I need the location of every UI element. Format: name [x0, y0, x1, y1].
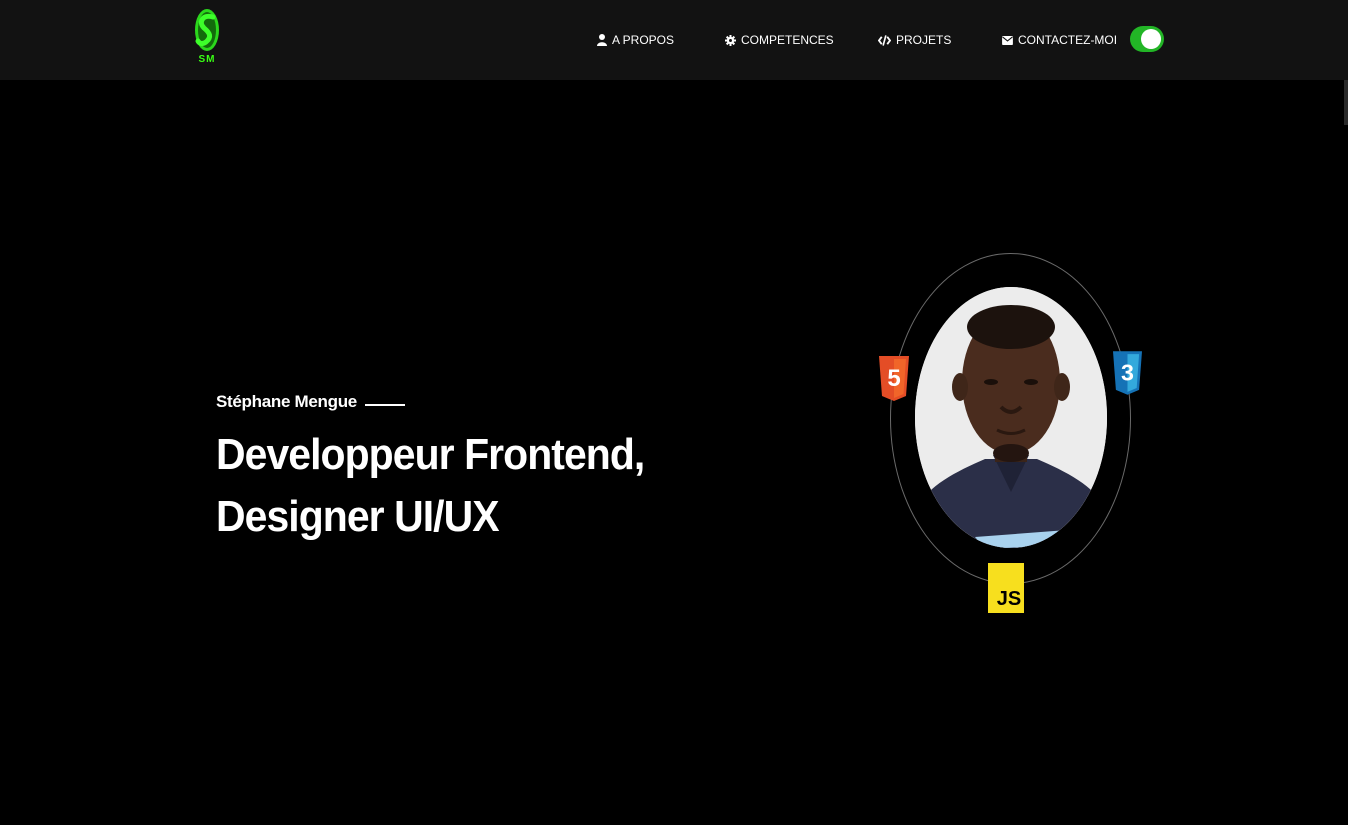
hero-title: Developpeur Frontend, Designer UI/UX: [216, 424, 700, 548]
html5-badge: 5: [879, 356, 909, 407]
nav-item-label: COMPETENCES: [741, 33, 834, 47]
user-icon: [597, 34, 607, 46]
logo-mark-icon: [195, 9, 219, 51]
nav-item-label: CONTACTEZ-MOI: [1018, 33, 1118, 47]
css3-badge: 3: [1113, 351, 1142, 401]
envelope-icon: [1002, 35, 1013, 45]
hero-title-line1: Developpeur Frontend,: [216, 430, 645, 479]
scrollbar[interactable]: [1344, 80, 1348, 125]
hero-name-underline: [364, 404, 405, 406]
logo-text: SM: [198, 54, 216, 65]
nav-item-competences[interactable]: COMPETENCES: [725, 31, 834, 49]
hero-title-line2: Designer UI/UX: [216, 492, 500, 541]
code-icon: [878, 34, 891, 46]
css3-icon: 3: [1113, 351, 1142, 395]
theme-toggle[interactable]: [1130, 26, 1164, 52]
html5-badge-text: 5: [887, 365, 900, 392]
nav-item-contactez-moi[interactable]: CONTACTEZ-MOI: [1002, 31, 1117, 49]
nav-item-label: PROJETS: [896, 33, 952, 47]
nav-item-label: A PROPOS: [612, 33, 675, 47]
logo[interactable]: SM: [190, 6, 224, 68]
hero-name-text: Stéphane Mengue: [216, 392, 357, 411]
nav-item-projets[interactable]: PROJETS: [878, 31, 951, 49]
js-badge-text: JS: [997, 588, 1021, 610]
nav-item-a-propos[interactable]: A PROPOS: [597, 31, 674, 49]
hero-name: Stéphane Mengue: [216, 392, 405, 412]
javascript-icon: JS: [988, 563, 1024, 613]
css3-badge-text: 3: [1121, 359, 1134, 385]
gear-icon: [725, 34, 736, 46]
toggle-knob: [1141, 29, 1161, 49]
person-portrait-icon: [915, 287, 1107, 548]
html5-icon: 5: [879, 356, 909, 401]
profile-photo: [915, 287, 1107, 548]
navbar: SM A PROPOS COMPETENCES PROJETS CONTACTE…: [0, 0, 1348, 80]
js-badge: JS: [988, 563, 1024, 618]
